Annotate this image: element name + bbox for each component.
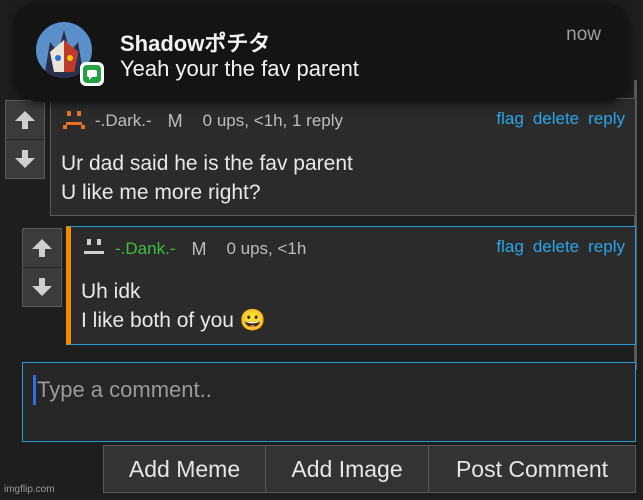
comment-actions: flag delete reply [496,237,625,257]
comment-stats: 0 ups, <1h [226,239,307,258]
arrow-down-icon [15,150,35,168]
flag-link[interactable]: flag [496,109,523,129]
flag-link[interactable]: flag [496,237,523,257]
comment-meta: -.Dark.- M 0 ups, <1h, 1 reply [61,109,343,133]
arrow-down-icon [32,278,52,296]
arrow-up-icon [15,111,35,129]
reply-comment: -.Dank.- M 0 ups, <1h flag delete reply … [66,226,636,345]
comment: -.Dark.- M 0 ups, <1h, 1 reply flag dele… [50,98,636,216]
push-notification[interactable]: Shadowポチタ Yeah your the fav parent now [14,2,629,102]
vote-column [5,100,45,179]
comment-line: U like me more right? [61,181,261,204]
text-caret [33,375,36,405]
comment-placeholder: Type a comment.. [37,377,212,402]
comment-meta: -.Dank.- M 0 ups, <1h [81,237,306,261]
avatar [84,239,104,254]
username-link[interactable]: -.Dark.- [95,111,152,131]
username-link[interactable]: -.Dank.- [115,239,175,259]
comment-button-row: Add Meme Add Image Post Comment [103,445,636,493]
post-comment-button[interactable]: Post Comment [429,445,636,493]
comment-text: Uh idk I like both of you 😀 [81,277,266,335]
upvote-button[interactable] [6,101,44,140]
comment-line: Ur dad said he is the fav parent [61,152,353,175]
downvote-button[interactable] [6,140,44,178]
avatar [63,111,85,129]
comment-actions: flag delete reply [496,109,625,129]
comment-line: I like both of you 😀 [81,306,266,335]
vote-column [22,228,62,307]
arrow-up-icon [32,239,52,257]
delete-link[interactable]: delete [533,109,579,129]
notification-sender: Shadowポチタ [120,31,271,56]
comment-text: Ur dad said he is the fav parent U like … [61,149,353,207]
delete-link[interactable]: delete [533,237,579,257]
downvote-button[interactable] [23,268,61,306]
comment-input[interactable]: Type a comment.. [22,362,636,442]
notification-message: Yeah your the fav parent [120,56,359,81]
imgflip-watermark: imgflip.com [4,484,55,495]
mod-badge: M [191,238,207,259]
comment-stats: 0 ups, <1h, 1 reply [202,111,344,130]
reply-link[interactable]: reply [588,109,625,129]
comment-line: Uh idk [81,280,141,303]
notification-time: now [566,24,601,45]
reply-link[interactable]: reply [588,237,625,257]
add-image-button[interactable]: Add Image [266,445,429,493]
upvote-button[interactable] [23,229,61,268]
mod-badge: M [167,110,183,131]
messages-app-icon [80,62,104,86]
comment-line-text: I like both of you [81,309,234,332]
grinning-face-emoji: 😀 [239,309,266,332]
add-meme-button[interactable]: Add Meme [103,445,266,493]
